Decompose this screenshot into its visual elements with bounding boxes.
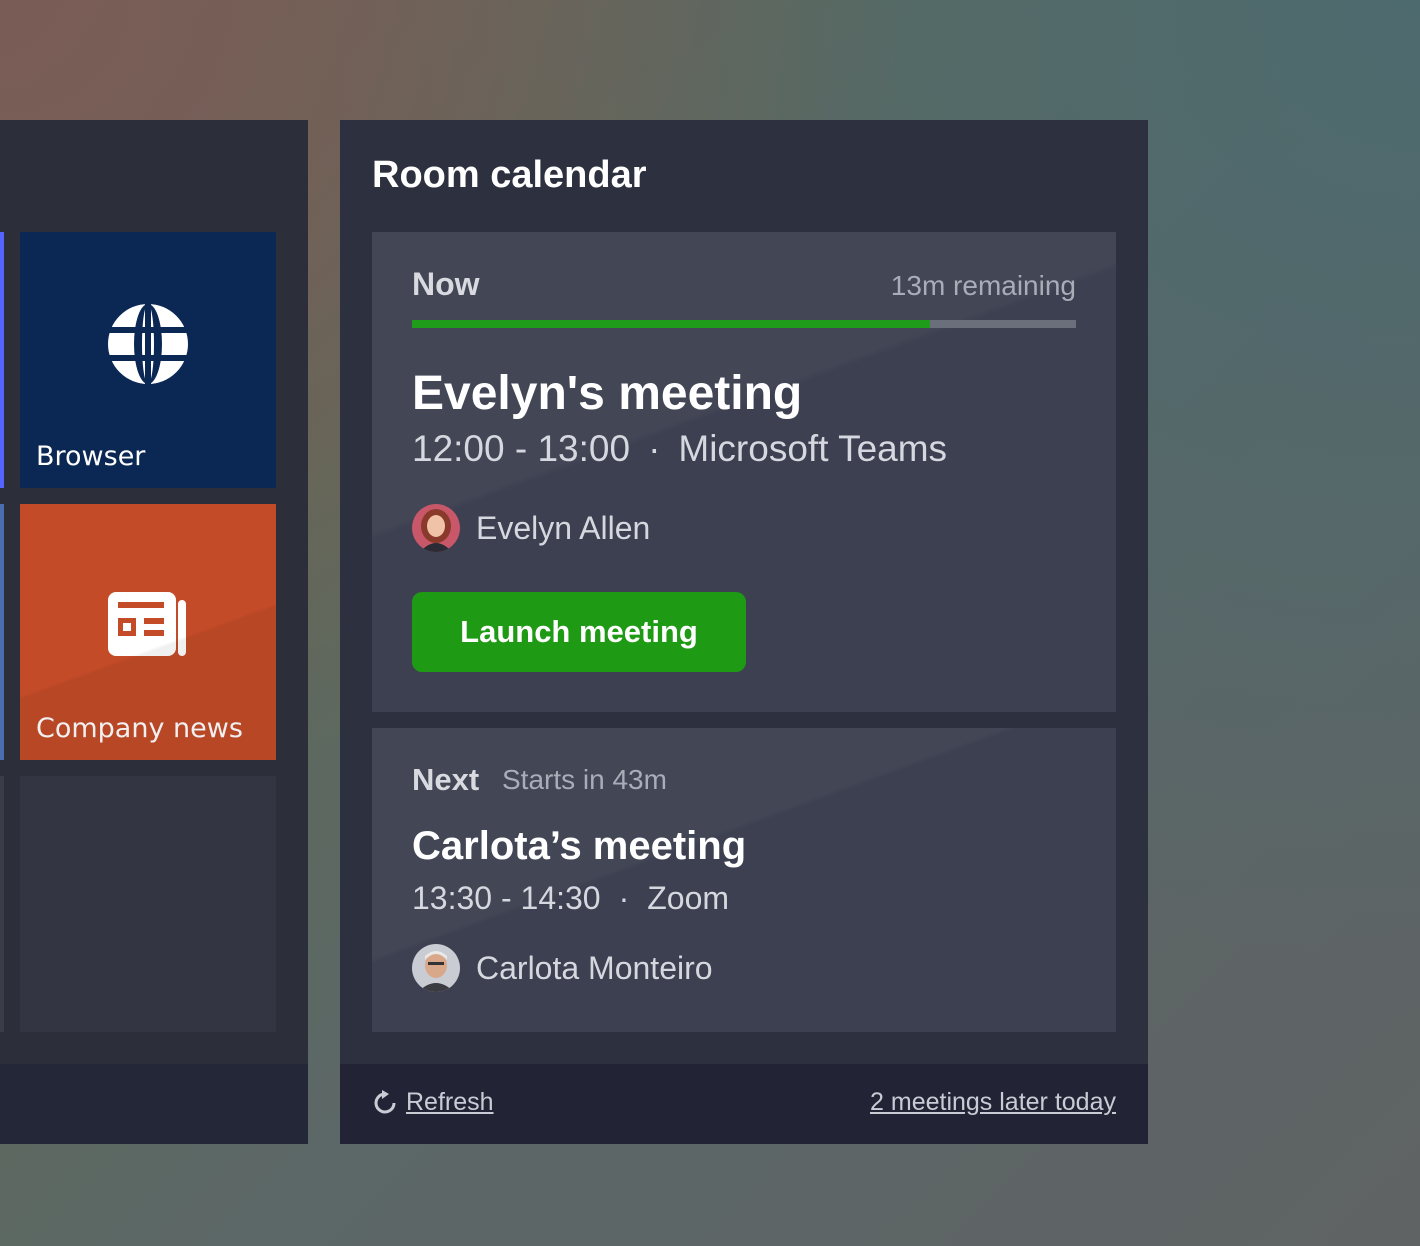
separator: ·: [618, 880, 630, 916]
panel-title: Room calendar: [372, 154, 647, 196]
later-meetings-link[interactable]: 2 meetings later today: [870, 1088, 1116, 1117]
next-label: Next: [412, 762, 480, 797]
room-calendar-panel: Room calendar Now 13m remaining Evelyn's…: [340, 120, 1148, 1144]
avatar: [412, 944, 460, 992]
refresh-label: Refresh: [406, 1088, 494, 1116]
active-indicator: [0, 232, 4, 488]
refresh-link[interactable]: Refresh: [372, 1088, 494, 1117]
launcher-footer: [0, 1064, 308, 1144]
organizer-name: Carlota Monteiro: [476, 949, 713, 986]
remaining-time: 13m remaining: [890, 270, 1076, 301]
newspaper-icon: [108, 592, 186, 656]
tile-edge: [0, 504, 4, 760]
meeting-title: Carlota’s meeting: [412, 824, 747, 868]
current-meeting-card: Now 13m remaining Evelyn's meeting 12:00…: [372, 232, 1116, 712]
calendar-footer: Refresh 2 meetings later today: [340, 1064, 1148, 1144]
organizer: Evelyn Allen: [412, 504, 650, 552]
refresh-icon: [374, 1089, 396, 1113]
browser-tile[interactable]: Browser: [20, 232, 276, 488]
meeting-meta: 13:30 - 14:30 · Zoom: [412, 880, 729, 917]
meeting-time: 12:00 - 13:00: [412, 428, 631, 469]
meeting-time: 13:30 - 14:30: [412, 880, 601, 916]
separator: ·: [648, 428, 661, 469]
organizer: Carlota Monteiro: [412, 944, 713, 992]
meeting-progress-bar: [412, 320, 1076, 328]
now-label: Now: [412, 266, 480, 302]
starts-in: Starts in 43m: [502, 764, 667, 795]
meeting-platform: Microsoft Teams: [678, 428, 948, 469]
organizer-name: Evelyn Allen: [476, 509, 651, 546]
meeting-meta: 12:00 - 13:00 · Microsoft Teams: [412, 428, 947, 470]
app-launcher-panel: Browser Company news: [0, 120, 308, 1144]
progress-fill: [412, 320, 930, 328]
tile-edge: [0, 776, 4, 1032]
tile-label: Browser: [36, 441, 146, 472]
next-meeting-card: Next Starts in 43m Carlota’s meeting 13:…: [372, 728, 1116, 1032]
company-news-tile[interactable]: Company news: [20, 504, 276, 760]
avatar: [412, 504, 460, 552]
meeting-title: Evelyn's meeting: [412, 367, 803, 420]
empty-tile[interactable]: [20, 776, 276, 1032]
meeting-platform: Zoom: [647, 880, 730, 916]
globe-icon: [108, 304, 188, 384]
tile-label: Company news: [36, 713, 243, 744]
launch-meeting-button[interactable]: Launch meeting: [412, 592, 746, 672]
